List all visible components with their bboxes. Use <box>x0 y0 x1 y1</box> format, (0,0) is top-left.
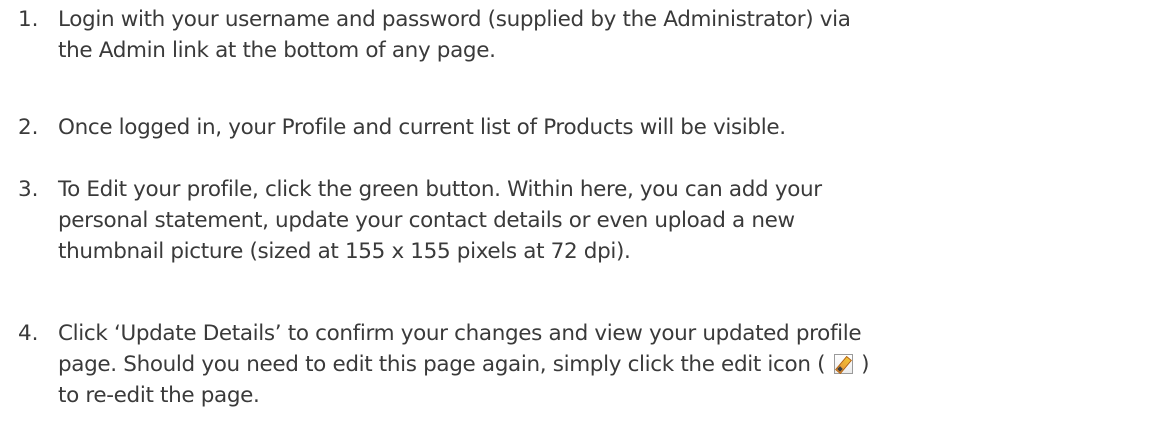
step-number: 3. <box>18 177 39 202</box>
step-line: Login with your username and password (s… <box>58 7 851 32</box>
step-number: 4. <box>18 321 39 346</box>
step-line: the Admin link at the bottom of any page… <box>58 38 496 63</box>
step-line: to re-edit the page. <box>58 383 260 408</box>
step-number: 1. <box>18 7 39 32</box>
step-number: 2. <box>18 115 39 140</box>
step-line: thumbnail picture (sized at 155 x 155 pi… <box>58 239 631 264</box>
step-text: Login with your username and password (s… <box>58 4 1143 66</box>
step-text: Click ‘Update Details’ to confirm your c… <box>58 318 1143 411</box>
step-text: To Edit your profile, click the green bu… <box>58 174 1143 267</box>
step-line: personal statement, update your contact … <box>58 208 795 233</box>
step-text: Once logged in, your Profile and current… <box>58 112 1143 143</box>
step-line: Once logged in, your Profile and current… <box>58 115 786 140</box>
edit-icon[interactable] <box>833 354 853 375</box>
step-line-text: page. Should you need to edit this page … <box>58 352 826 377</box>
step-line-text: ) <box>861 352 870 377</box>
step-line-with-icon: page. Should you need to edit this page … <box>58 349 1143 380</box>
step-line: To Edit your profile, click the green bu… <box>58 177 822 202</box>
step-line: Click ‘Update Details’ to confirm your c… <box>58 321 862 346</box>
